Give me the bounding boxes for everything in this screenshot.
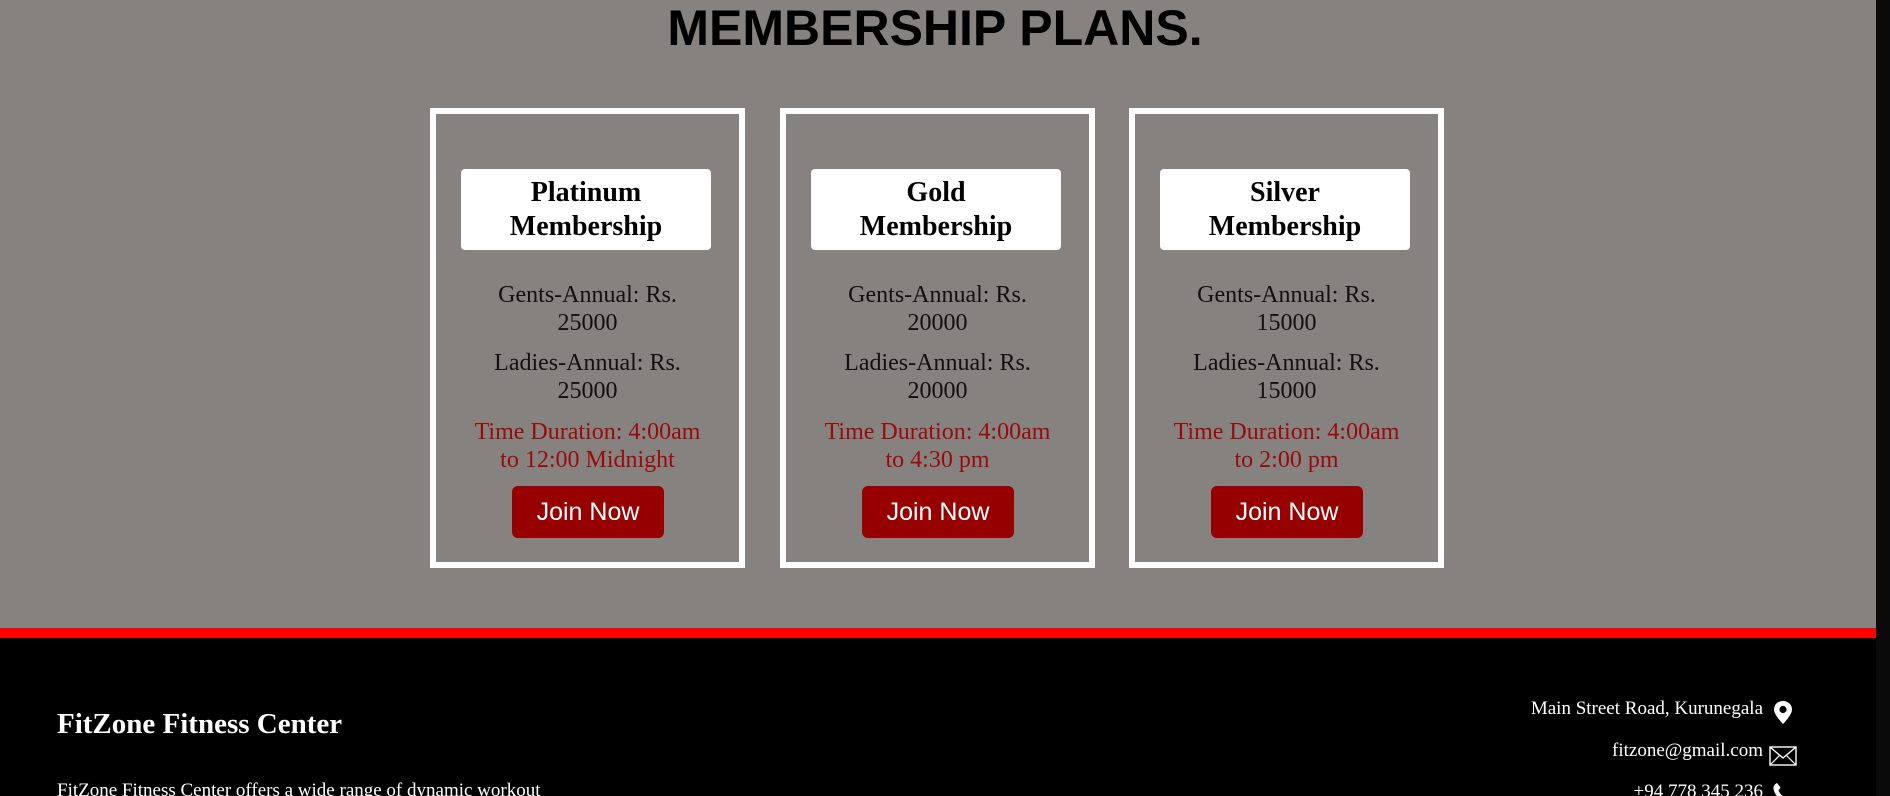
plan-name-line1: Platinum — [530, 176, 642, 208]
time-duration-line2: to 4:30 pm — [885, 447, 990, 473]
join-now-button[interactable]: Join Now — [512, 486, 664, 538]
join-now-button[interactable]: Join Now — [1211, 486, 1363, 538]
page: MEMBERSHIP PLANS. Platinum Membership Ge… — [0, 0, 1890, 796]
ladies-annual-label: Ladies-Annual: Rs. — [844, 350, 1031, 376]
plan-card-platinum: Platinum Membership Gents-Annual: Rs. 25… — [430, 108, 745, 568]
gents-annual-price: Gents-Annual: Rs. 15000 — [1145, 281, 1428, 337]
ladies-annual-price: Ladies-Annual: Rs. 20000 — [796, 349, 1079, 405]
ladies-annual-label: Ladies-Annual: Rs. — [494, 350, 681, 376]
ladies-annual-label: Ladies-Annual: Rs. — [1193, 350, 1380, 376]
footer-address: Main Street Road, Kurunegala — [1530, 698, 1763, 719]
plan-name-line2: Membership — [1208, 210, 1362, 242]
time-duration: Time Duration: 4:00am to 4:30 pm — [796, 418, 1079, 474]
membership-plans-section: MEMBERSHIP PLANS. Platinum Membership Ge… — [0, 0, 1876, 628]
ladies-annual-price: Ladies-Annual: Rs. 15000 — [1145, 349, 1428, 405]
section-title: MEMBERSHIP PLANS. — [667, 0, 1203, 56]
envelope-icon — [1769, 746, 1797, 766]
footer-phone[interactable]: +94 778 345 236 — [1634, 781, 1763, 796]
gents-annual-label: Gents-Annual: Rs. — [1197, 282, 1376, 308]
gents-annual-value: 20000 — [907, 310, 968, 336]
plan-name: Platinum Membership — [461, 169, 711, 250]
plan-name: Silver Membership — [1160, 169, 1410, 250]
footer-brand: FitZone Fitness Center — [57, 708, 343, 740]
location-pin-icon — [1774, 701, 1792, 724]
ladies-annual-value: 20000 — [907, 378, 968, 404]
footer: FitZone Fitness Center FitZone Fitness C… — [0, 638, 1876, 796]
plan-name-line1: Gold — [906, 176, 966, 208]
time-duration-line2: to 2:00 pm — [1234, 447, 1339, 473]
phone-icon — [1773, 783, 1783, 796]
window-edge — [1876, 0, 1890, 796]
ladies-annual-value: 15000 — [1256, 378, 1317, 404]
gents-annual-price: Gents-Annual: Rs. 25000 — [446, 281, 729, 337]
ladies-annual-price: Ladies-Annual: Rs. 25000 — [446, 349, 729, 405]
section-divider — [0, 628, 1876, 638]
plan-name-line2: Membership — [509, 210, 663, 242]
time-duration-line1: Time Duration: 4:00am — [824, 419, 1051, 445]
plan-name-line1: Silver — [1250, 176, 1320, 208]
gents-annual-label: Gents-Annual: Rs. — [848, 282, 1027, 308]
footer-email[interactable]: fitzone@gmail.com — [1612, 740, 1763, 762]
time-duration: Time Duration: 4:00am to 2:00 pm — [1145, 418, 1428, 474]
ladies-annual-value: 25000 — [557, 378, 618, 404]
plan-card-gold: Gold Membership Gents-Annual: Rs. 20000 … — [780, 108, 1095, 568]
time-duration-line1: Time Duration: 4:00am — [474, 419, 701, 445]
time-duration-line1: Time Duration: 4:00am — [1173, 419, 1400, 445]
time-duration-line2: to 12:00 Midnight — [500, 447, 675, 473]
plan-name-line2: Membership — [859, 210, 1013, 242]
footer-description: FitZone Fitness Center offers a wide ran… — [57, 780, 541, 796]
gents-annual-value: 15000 — [1256, 310, 1317, 336]
gents-annual-value: 25000 — [557, 310, 618, 336]
plan-card-silver: Silver Membership Gents-Annual: Rs. 1500… — [1129, 108, 1444, 568]
join-now-button[interactable]: Join Now — [862, 486, 1014, 538]
plan-name: Gold Membership — [811, 169, 1061, 250]
gents-annual-price: Gents-Annual: Rs. 20000 — [796, 281, 1079, 337]
time-duration: Time Duration: 4:00am to 12:00 Midnight — [446, 418, 729, 474]
gents-annual-label: Gents-Annual: Rs. — [498, 282, 677, 308]
